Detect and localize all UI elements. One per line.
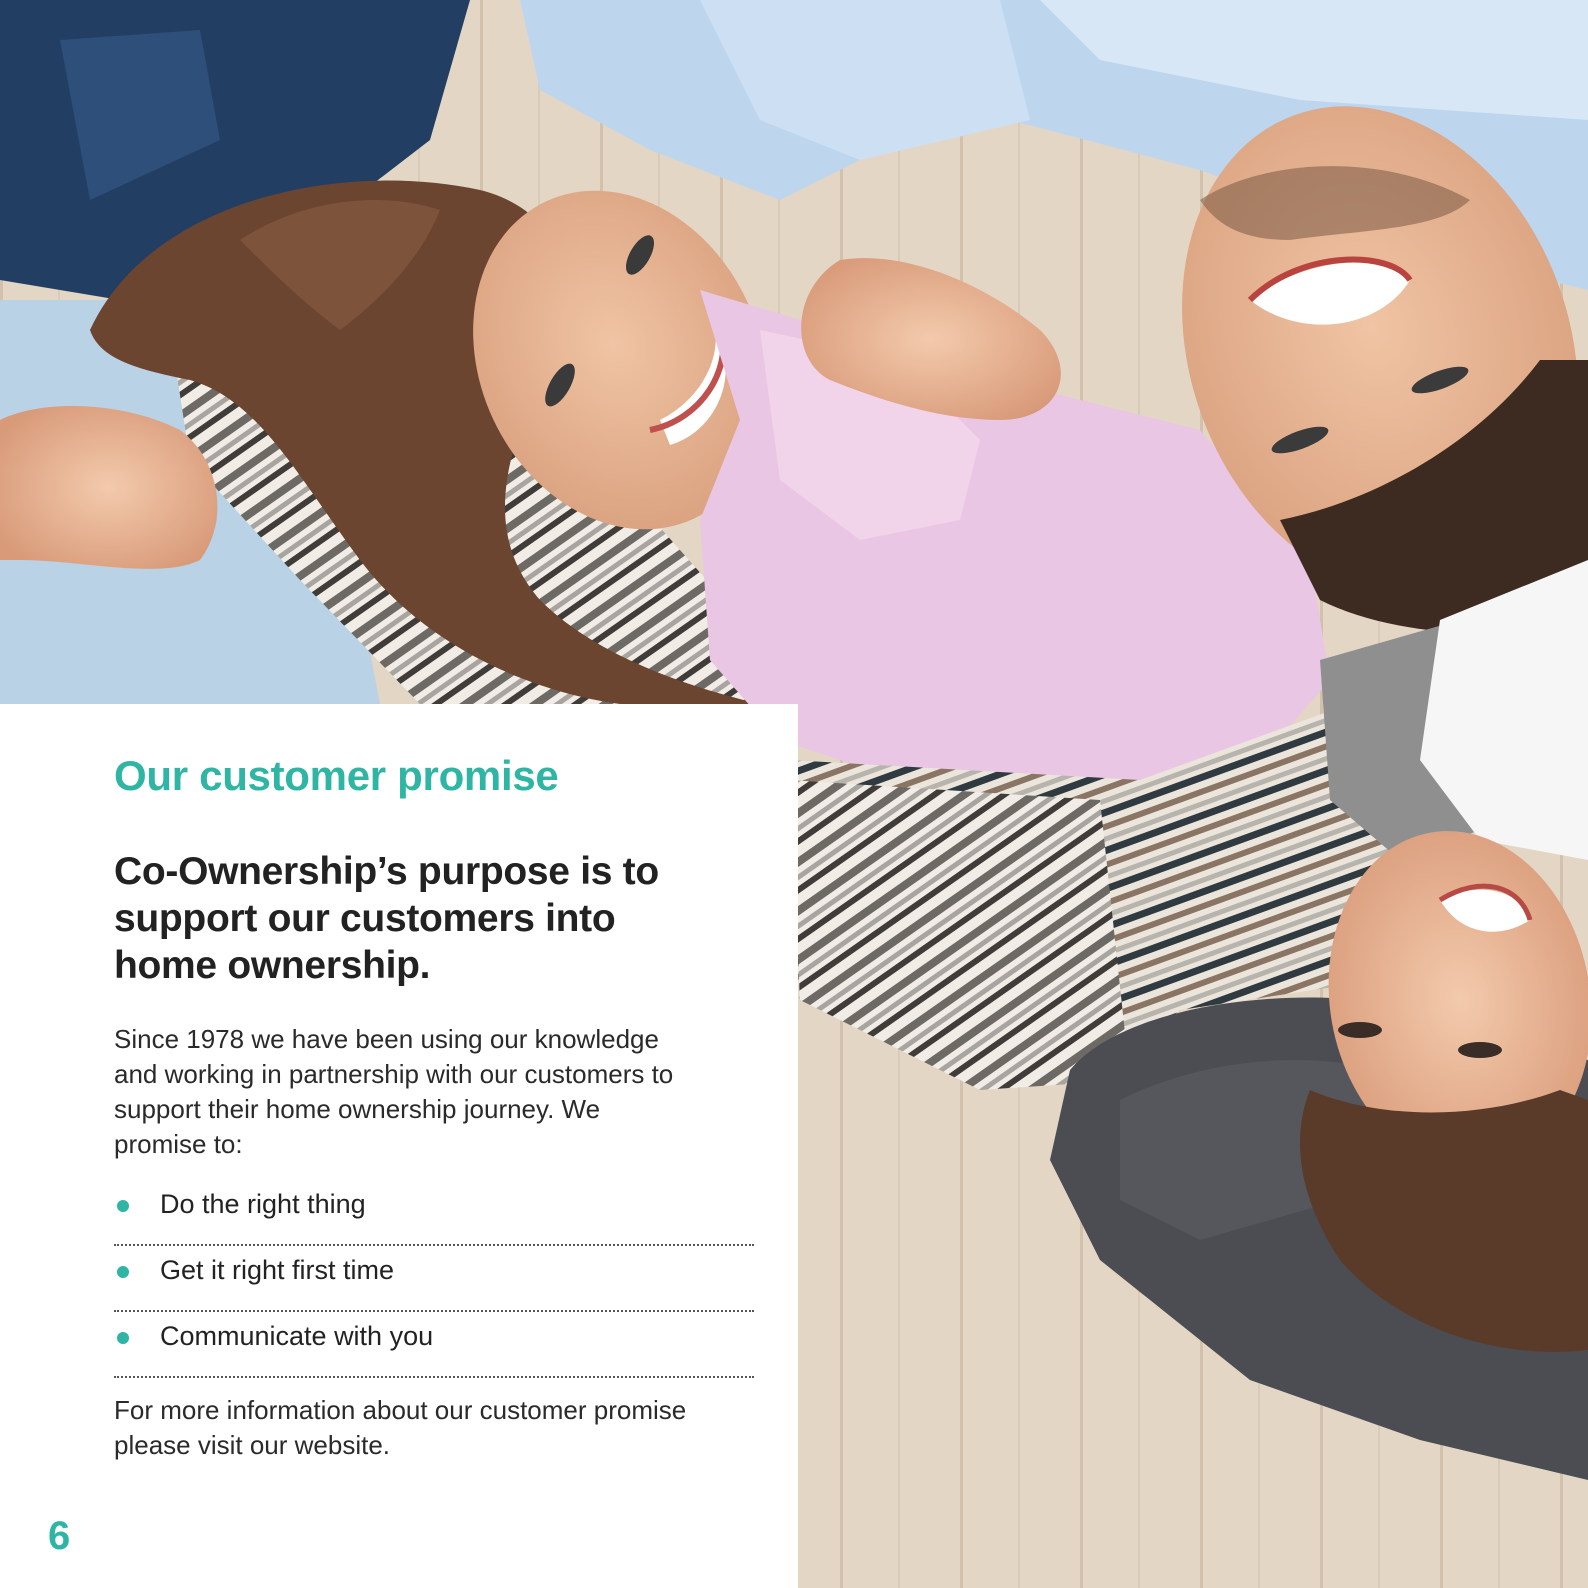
closing-paragraph: For more information about our customer …	[114, 1395, 687, 1460]
promise-list: Do the right thing Get it right first ti…	[114, 1180, 754, 1378]
page-heading: Our customer promise	[114, 752, 559, 799]
list-item: Do the right thing	[114, 1180, 754, 1246]
promise-text: Do the right thing	[160, 1189, 366, 1219]
bullet-icon	[117, 1266, 129, 1278]
lead-statement: Co-Ownership’s purpose is to support our…	[114, 850, 659, 987]
bullet-icon	[117, 1332, 129, 1344]
intro-paragraph: Since 1978 we have been using our knowle…	[114, 1024, 674, 1159]
list-item: Get it right first time	[114, 1246, 754, 1312]
promise-text: Get it right first time	[160, 1255, 395, 1285]
bullet-icon	[117, 1200, 129, 1212]
page-number: 6	[48, 1514, 71, 1558]
list-item: Communicate with you	[114, 1312, 754, 1378]
promise-text: Communicate with you	[160, 1321, 434, 1351]
